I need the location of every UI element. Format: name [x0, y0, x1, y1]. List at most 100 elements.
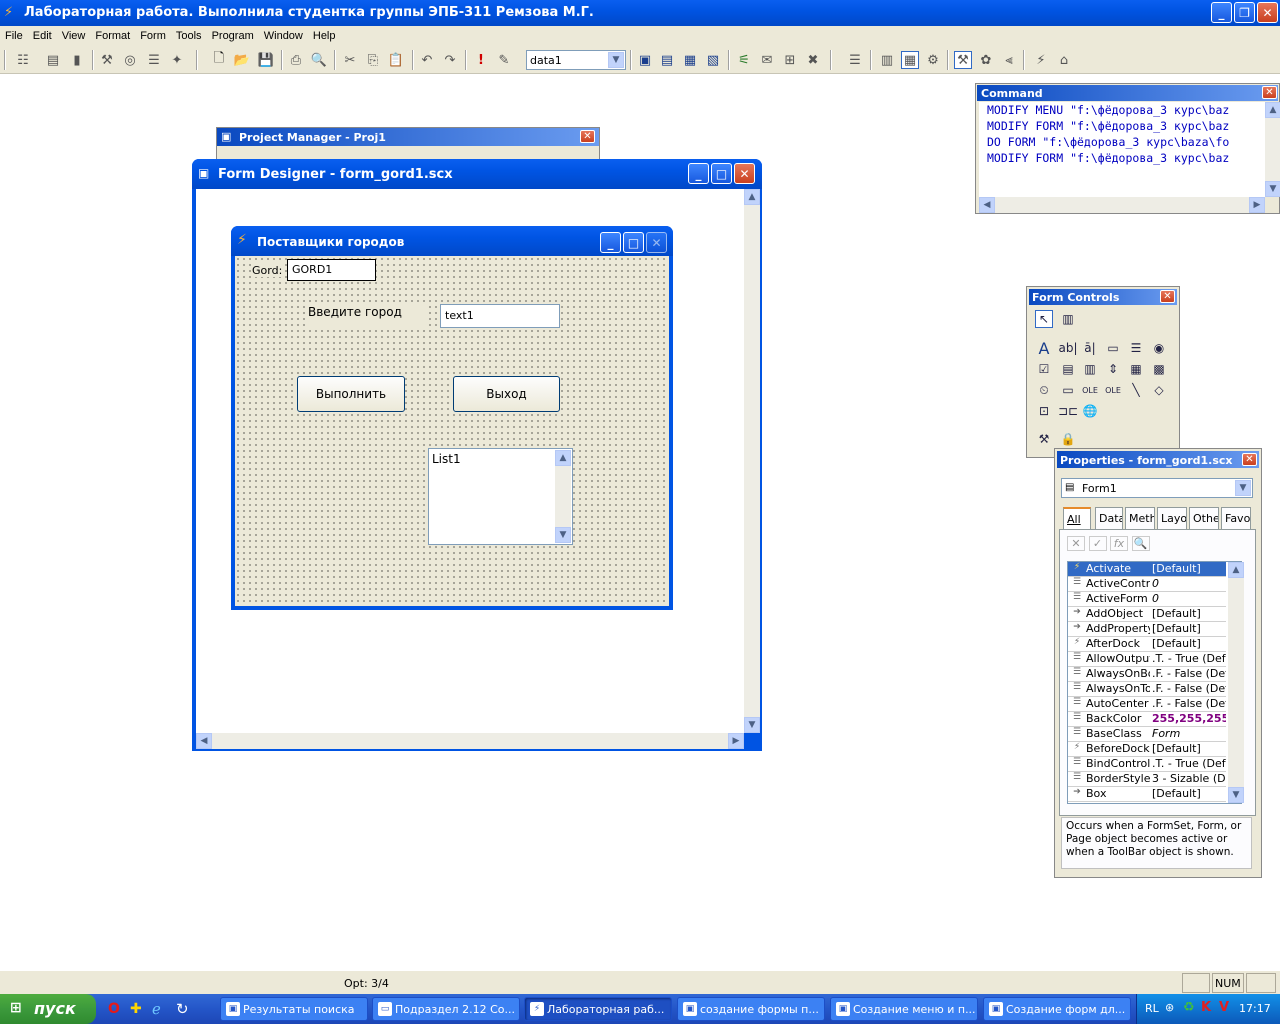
refresh-icon[interactable]: ↻ [176, 1000, 189, 1018]
taskbar-button[interactable]: ⚡ Лабораторная раб... [524, 997, 672, 1021]
editbox-control-icon[interactable]: ā| [1081, 339, 1099, 357]
save-icon[interactable]: 💾 [257, 51, 275, 69]
tab-data[interactable]: Data [1095, 507, 1123, 529]
property-value[interactable]: .T. - True (Defa [1150, 757, 1226, 771]
text1-field[interactable]: text1 [440, 304, 560, 328]
command-text-area[interactable]: MODIFY MENU "f:\фёдорова_3 курс\baz MODIF… [979, 102, 1265, 197]
property-row[interactable]: ⚡ BeforeDock [Default] [1068, 742, 1226, 757]
shape-control-icon[interactable]: ◇ [1150, 381, 1168, 399]
command-line[interactable]: MODIFY FORM "f:\фёдорова_3 курс\baz [987, 150, 1265, 166]
property-row[interactable]: ☰ BindControls .T. - True (Defa [1068, 757, 1226, 772]
layout-icon[interactable]: ☷ [14, 51, 32, 69]
designer-hscrollbar[interactable]: ◀ ▶ [196, 733, 744, 749]
line-control-icon[interactable]: ╲ [1127, 381, 1145, 399]
property-row[interactable]: ☰ BorderStyle3 - Sizable (Defa [1068, 772, 1226, 787]
exit-button[interactable]: Выход [453, 376, 560, 412]
property-row[interactable]: ☰ AutoCenter.F. - False (Defa [1068, 697, 1226, 712]
tab-order-icon[interactable]: ☰ [846, 51, 864, 69]
property-value[interactable]: [Default] [1150, 607, 1226, 621]
menu-item-format[interactable]: Format [90, 26, 135, 46]
property-row[interactable]: ☰ AlwaysOnBo.F. - False (Defa [1068, 667, 1226, 682]
chevron-down-icon[interactable]: ▼ [608, 52, 624, 68]
label-control-icon[interactable]: A [1035, 339, 1053, 358]
olebound-control-icon[interactable]: OLE [1104, 381, 1122, 399]
property-grid-scrollbar[interactable]: ▲ ▼ [1228, 562, 1244, 803]
property-value[interactable]: Form [1150, 727, 1226, 741]
property-value[interactable]: 3 - Sizable (Defa [1150, 772, 1226, 786]
cancel-icon[interactable]: ✕ [1067, 536, 1085, 551]
build-icon[interactable]: ⚒ [98, 51, 116, 69]
modify-icon[interactable]: ✎ [495, 51, 513, 69]
tray-v-icon[interactable]: V [1219, 1000, 1229, 1015]
list-scroll-down-icon[interactable]: ▼ [555, 527, 571, 543]
property-row[interactable]: ➔ AddProperty [Default] [1068, 622, 1226, 637]
new-file-icon[interactable]: 🗋 [210, 51, 228, 69]
command-hscrollbar[interactable]: ◀ ▶ [979, 197, 1265, 213]
tree-icon[interactable]: ☰ [145, 51, 163, 69]
property-value[interactable]: [Default] [1150, 637, 1226, 651]
autoformat-icon[interactable]: ⌂ [1055, 51, 1073, 69]
menu-item-file[interactable]: File [0, 26, 28, 46]
image-control-icon[interactable]: ▩ [1150, 360, 1168, 378]
property-value[interactable]: .F. - False (Defa [1150, 697, 1226, 711]
form-close-button[interactable]: ✕ [646, 232, 667, 253]
taskbar-button[interactable]: ▣ Создание форм дл... [983, 997, 1131, 1021]
gord-field[interactable]: GORD1 [287, 259, 376, 281]
scroll-up-icon[interactable]: ▲ [744, 189, 760, 205]
forms-icon[interactable]: ▤ [44, 51, 62, 69]
undo-icon[interactable]: ↶ [418, 51, 436, 69]
project-manager-window[interactable]: ▣ Project Manager - Proj1 ✕ [216, 127, 600, 161]
property-row[interactable]: ☰ ActiveForm 0 [1068, 592, 1226, 607]
command-scroll-right-icon[interactable]: ▶ [1249, 197, 1265, 213]
hyperlink-control-icon[interactable]: 🌐 [1081, 402, 1099, 420]
taskbar-button[interactable]: ▭ Подраздел 2.12 Со... [372, 997, 520, 1021]
taskbar-button[interactable]: ▣ создание формы п... [677, 997, 825, 1021]
list-scroll-up-icon[interactable]: ▲ [555, 450, 571, 466]
database-combo[interactable]: data1 ▼ [526, 50, 626, 70]
minimize-button[interactable]: _ [1211, 2, 1232, 23]
run-exclamation-icon[interactable]: ! [472, 51, 490, 69]
tray-arrow-icon[interactable]: ⊛ [1165, 1001, 1174, 1014]
textbox-control-icon[interactable]: ab| [1059, 339, 1078, 357]
optiongroup-control-icon[interactable]: ◉ [1150, 339, 1168, 357]
tray-antivirus-icon[interactable]: K [1201, 1000, 1211, 1015]
designer-minimize-button[interactable]: _ [688, 163, 709, 184]
property-value[interactable]: [Default] [1150, 622, 1226, 636]
restore-button[interactable]: ❐ [1234, 2, 1255, 23]
list-scrollbar[interactable]: ▲ ▼ [555, 450, 571, 543]
print-icon[interactable]: ⎙ [287, 51, 305, 69]
menu-item-tools[interactable]: Tools [171, 26, 207, 46]
start-button[interactable]: ⊞ пуск [0, 994, 96, 1024]
view-classes-icon[interactable]: ▥ [1059, 310, 1077, 328]
form-controls-close-button[interactable]: ✕ [1160, 290, 1175, 303]
property-row[interactable]: ☰ AlwaysOnTo.F. - False (Defa [1068, 682, 1226, 697]
builder-icon[interactable]: ⚡ [1032, 51, 1050, 69]
copy-icon[interactable]: ⎘ [364, 51, 382, 69]
menu-item-edit[interactable]: Edit [28, 26, 57, 46]
taskbar-button[interactable]: ▣ Результаты поиска [220, 997, 368, 1021]
menu-item-view[interactable]: View [57, 26, 91, 46]
close-button[interactable]: ✕ [1257, 2, 1278, 23]
property-value[interactable]: .F. - False (Defa [1150, 667, 1226, 681]
tab-all[interactable]: All [1063, 507, 1091, 529]
project-manager-close-button[interactable]: ✕ [580, 130, 595, 143]
command-vscrollbar[interactable]: ▲ ▼ [1265, 102, 1280, 197]
property-value[interactable]: .T. - True (Defa [1150, 652, 1226, 666]
color-palette-icon[interactable]: ✿ [977, 51, 995, 69]
property-row[interactable]: ⚡ Activate [Default] [1068, 562, 1226, 577]
list1-listbox[interactable]: List1 ▲ ▼ [428, 448, 573, 545]
pointer-icon[interactable]: ↖ [1035, 310, 1053, 328]
run-icon[interactable]: ◎ [121, 51, 139, 69]
designer-close-button[interactable]: ✕ [734, 163, 755, 184]
object-combo[interactable]: ▤ Form1 ▼ [1061, 478, 1253, 498]
pageframe-control-icon[interactable]: ▭ [1059, 381, 1077, 399]
scroll-down-icon[interactable]: ▼ [744, 717, 760, 733]
controls-toggle-icon[interactable]: ⚒ [954, 51, 972, 69]
open-folder-icon[interactable]: 📂 [233, 51, 251, 69]
opera-icon[interactable]: O [108, 1001, 120, 1017]
menu-item-form[interactable]: Form [135, 26, 171, 46]
menu-item-program[interactable]: Program [207, 26, 259, 46]
view-window-icon[interactable]: ▤ [658, 51, 676, 69]
olecontainer-control-icon[interactable]: OLE [1081, 381, 1099, 399]
data-env-2-icon[interactable]: ▥ [878, 51, 896, 69]
